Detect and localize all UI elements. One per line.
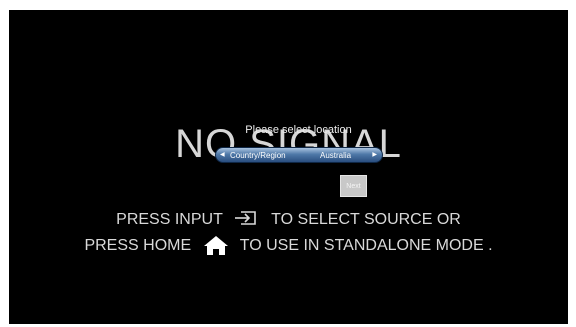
selector-value: Australia bbox=[320, 151, 352, 160]
input-source-icon bbox=[227, 209, 267, 227]
dialog-title: Please select location bbox=[245, 124, 352, 136]
location-dialog: Please select location ◀ Country/Region … bbox=[212, 114, 385, 198]
home-icon bbox=[196, 234, 236, 256]
country-region-selector[interactable]: ◀ Country/Region Australia ▶ bbox=[215, 147, 383, 163]
tv-screen: NO SIGNAL Please select location ◀ Count… bbox=[9, 10, 568, 324]
left-arrow-icon[interactable]: ◀ bbox=[220, 151, 225, 158]
instruction-standalone-mode: TO USE IN STANDALONE MODE . bbox=[239, 237, 493, 254]
instruction-press-input: PRESS INPUT bbox=[116, 211, 223, 228]
instruction-press-home: PRESS HOME bbox=[84, 237, 192, 254]
instruction-select-source: TO SELECT SOURCE OR bbox=[271, 211, 461, 228]
right-arrow-icon[interactable]: ▶ bbox=[372, 151, 377, 158]
next-button[interactable]: Next bbox=[340, 175, 367, 197]
instruction-line-1: PRESS INPUT TO SELECT SOURCE OR bbox=[9, 209, 568, 229]
selector-label: Country/Region bbox=[230, 151, 286, 160]
instruction-line-2: PRESS HOME TO USE IN STANDALONE MODE . bbox=[9, 234, 568, 256]
